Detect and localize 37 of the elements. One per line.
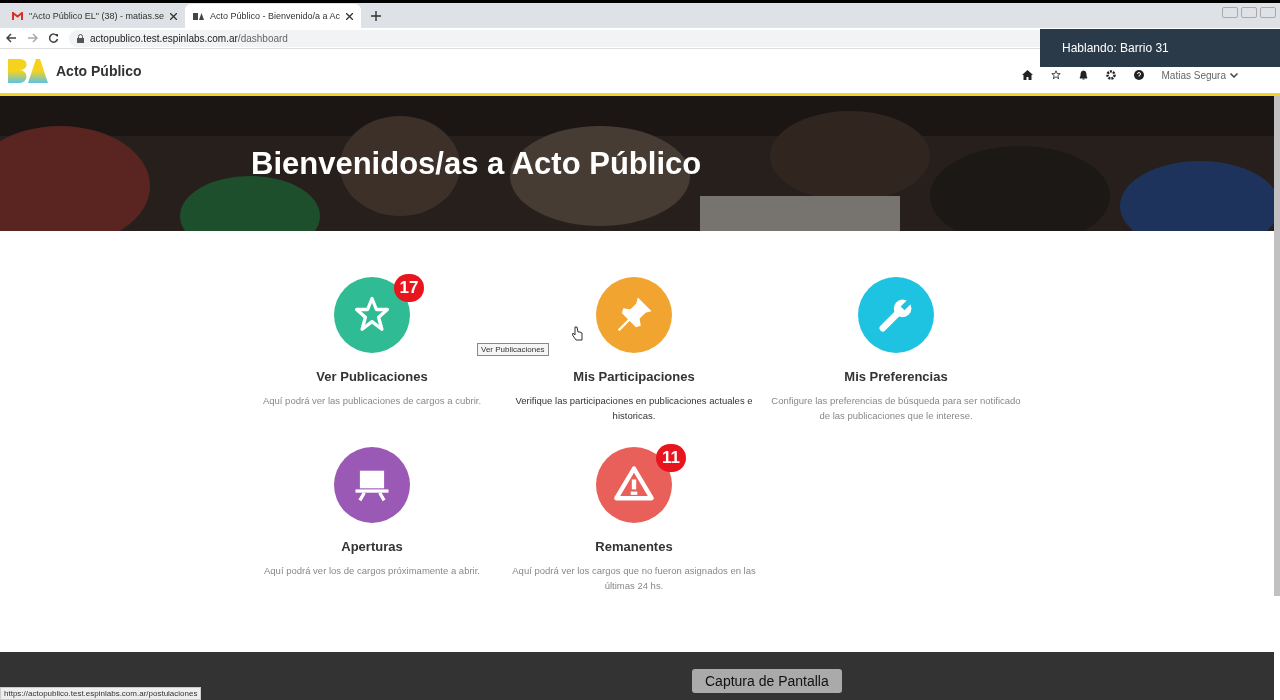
logo-icon (192, 12, 204, 20)
hand-cursor-icon (572, 326, 583, 341)
card-title[interactable]: Ver Publicaciones (316, 369, 428, 384)
status-url: https://actopublico.test.espinlabs.com.ar/postulaciones (0, 687, 202, 700)
bell-icon[interactable] (1078, 70, 1088, 80)
card-title[interactable]: Aperturas (341, 539, 403, 554)
card-description: Verifique las participaciones en publicaciones actuales e historicas. (514, 394, 754, 423)
lock-icon (77, 33, 84, 43)
back-icon[interactable] (6, 33, 17, 43)
chevron-down-icon[interactable] (1230, 72, 1238, 78)
card-description: Aquí podrá ver los cargos que no fueron asignados en las últimas 24 hs. (511, 564, 757, 593)
home-icon[interactable] (1021, 70, 1033, 80)
close-tab-icon[interactable] (346, 12, 354, 20)
settings-icon[interactable] (1105, 70, 1116, 80)
new-tab-icon[interactable] (371, 11, 382, 21)
tooltip: Ver Publicaciones (477, 343, 549, 356)
app-title: Acto Público (56, 63, 142, 79)
speaking-toast: Hablando: Barrio 31 (1040, 29, 1280, 67)
help-icon[interactable] (1133, 70, 1144, 80)
card-title[interactable]: Mis Preferencias (844, 369, 948, 384)
card-description: Configure las preferencias de búsqueda para ser notificado de las publicaciones que le interese. (771, 394, 1021, 423)
mail-icon (12, 12, 23, 20)
user-menu[interactable]: Matias Segura (1161, 69, 1226, 81)
card-title[interactable]: Remanentes (595, 539, 673, 554)
browser-tab[interactable]: Acto Público - Bienvenido/a a Ac (184, 4, 362, 28)
count-badge: 17 (394, 274, 424, 302)
count-badge: 11 (656, 444, 686, 472)
close-tab-icon[interactable] (169, 12, 177, 20)
reload-icon[interactable] (48, 32, 59, 44)
card-description: Aquí podrá ver las publicaciones de cargos a cubrir. (261, 394, 483, 408)
card-title[interactable]: Mis Participaciones (573, 369, 695, 384)
browser-tab[interactable]: "Acto Público EL" (38) - matias.se (4, 4, 185, 28)
tooltip: Captura de Pantalla (692, 669, 842, 693)
easel-icon[interactable] (334, 447, 410, 523)
card-description: Aquí podrá ver los de cargos próximamente a abrir. (263, 564, 481, 578)
hero-title: Bienvenidos/as a Acto Público (251, 145, 702, 182)
star-icon[interactable] (1050, 70, 1061, 80)
